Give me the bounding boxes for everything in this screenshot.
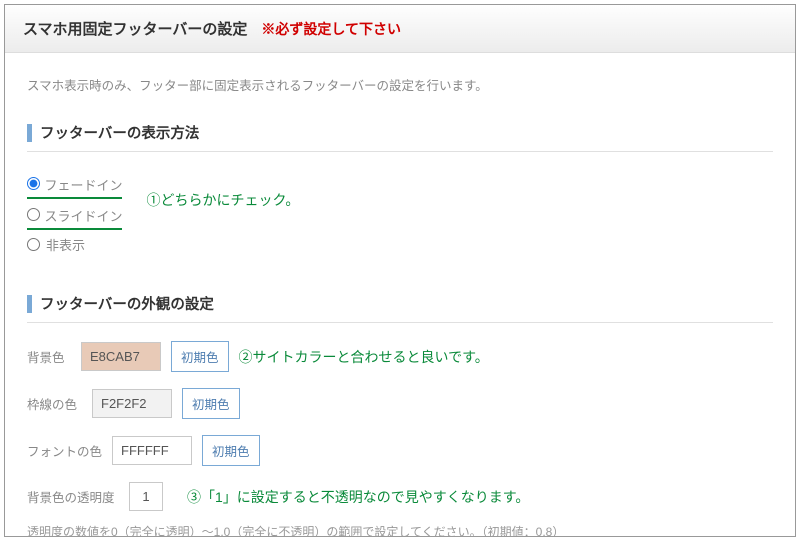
radio-fadein-row[interactable]: フェードイン — [27, 170, 122, 199]
settings-panel: スマホ用固定フッターバーの設定 ※必ず設定して下さい スマホ表示時のみ、フッター… — [4, 4, 796, 537]
input-fontcolor[interactable] — [112, 436, 192, 465]
display-method-group: フェードイン スライドイン ①どちらかにチェック。 非表示 — [27, 170, 773, 259]
panel-warning: ※必ず設定して下さい — [261, 19, 401, 39]
panel-header: スマホ用固定フッターバーの設定 ※必ず設定して下さい — [5, 5, 795, 53]
section-appearance-heading: フッターバーの外観の設定 — [27, 293, 773, 323]
radio-slidein-row[interactable]: スライドイン — [27, 201, 122, 230]
opacity-helper-text: 透明度の数値を0（完全に透明）～1.0（完全に不透明）の範囲で設定してください。… — [27, 523, 773, 537]
row-bordercolor: 枠線の色 初期色 — [27, 388, 773, 419]
label-bordercolor: 枠線の色 — [27, 394, 82, 413]
heading-accent-bar — [27, 124, 32, 142]
row-opacity: 背景色の透明度 ③「1」に設定すると不透明なので見やすくなります。 — [27, 482, 773, 511]
radio-hidden[interactable] — [27, 238, 40, 251]
radio-hidden-label[interactable]: 非表示 — [46, 235, 85, 254]
label-opacity: 背景色の透明度 — [27, 487, 119, 506]
radio-slidein-label[interactable]: スライドイン — [44, 209, 122, 224]
radio-slidein[interactable] — [27, 208, 40, 221]
section-display-heading: フッターバーの表示方法 — [27, 122, 773, 152]
radio-fadein-label[interactable]: フェードイン — [44, 178, 122, 193]
annotation-1: ①どちらかにチェック。 — [146, 190, 299, 210]
heading-accent-bar-2 — [27, 295, 32, 313]
annotation-2: ②サイトカラーと合わせると良いです。 — [239, 347, 489, 367]
section-display-title: フッターバーの表示方法 — [40, 122, 199, 143]
input-bgcolor[interactable] — [81, 342, 161, 371]
reset-bordercolor-button[interactable]: 初期色 — [182, 388, 240, 419]
row-fontcolor: フォントの色 初期色 — [27, 435, 773, 466]
radio-fadein[interactable] — [27, 177, 40, 190]
reset-bgcolor-button[interactable]: 初期色 — [171, 341, 229, 372]
panel-title: スマホ用固定フッターバーの設定 — [23, 18, 247, 39]
row-bgcolor: 背景色 初期色 ②サイトカラーと合わせると良いです。 — [27, 341, 773, 372]
section-appearance-title: フッターバーの外観の設定 — [40, 293, 214, 314]
input-bordercolor[interactable] — [92, 389, 172, 418]
label-fontcolor: フォントの色 — [27, 441, 102, 460]
radio-hidden-row[interactable]: 非表示 — [27, 230, 773, 259]
label-bgcolor: 背景色 — [27, 347, 71, 366]
panel-body: スマホ表示時のみ、フッター部に固定表示されるフッターバーの設定を行います。 フッ… — [5, 53, 795, 537]
panel-description: スマホ表示時のみ、フッター部に固定表示されるフッターバーの設定を行います。 — [27, 75, 773, 94]
annotation-3: ③「1」に設定すると不透明なので見やすくなります。 — [187, 487, 529, 507]
reset-fontcolor-button[interactable]: 初期色 — [202, 435, 260, 466]
input-opacity[interactable] — [129, 482, 163, 511]
